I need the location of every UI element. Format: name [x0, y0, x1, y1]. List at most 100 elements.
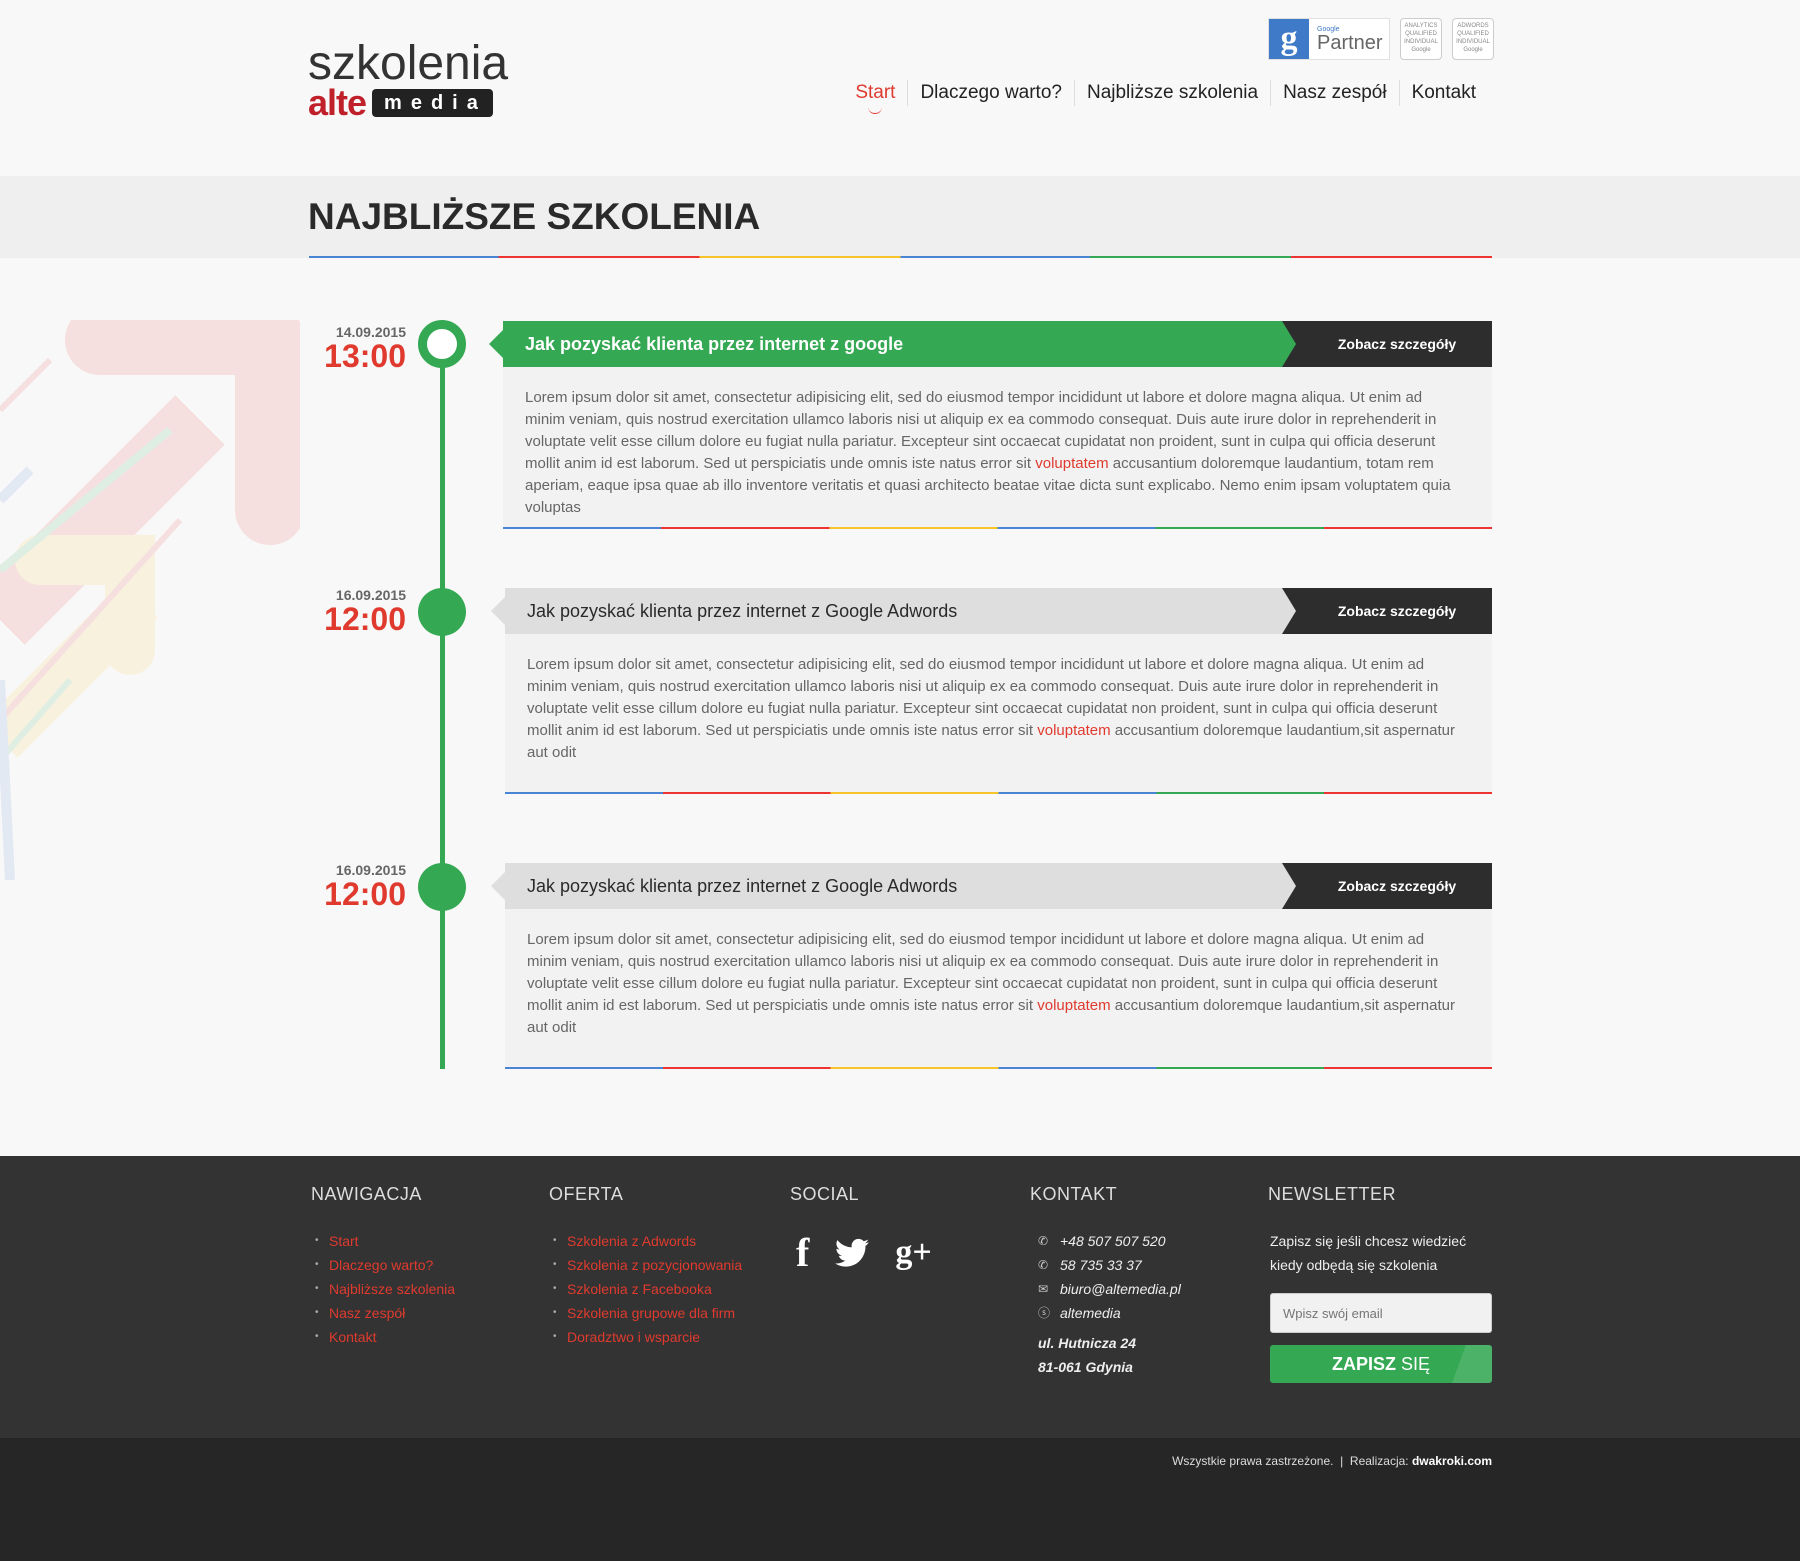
event-header: Jak pozyskać klienta przez internet z go… [489, 321, 1492, 367]
event-datetime: 16.09.2015 12:00 [300, 587, 406, 635]
contact-phone: ✆ 58 735 33 37 [1038, 1253, 1181, 1277]
footer-offer-item[interactable]: Szkolenia z Adwords [549, 1229, 742, 1253]
footer-contact-heading: KONTAKT [1030, 1184, 1118, 1204]
certification-badges: g Google Partner ANALYTICS QUALIFIED IND… [1268, 18, 1494, 60]
contact-skype: ⓢ altemedia [1038, 1301, 1181, 1325]
site-footer: NAWIGACJA Start Dlaczego warto? Najbliżs… [0, 1156, 1800, 1438]
event-title[interactable]: Jak pozyskać klienta przez internet z Go… [491, 588, 1282, 634]
subscribe-rest: SIĘ [1396, 1354, 1431, 1374]
email-address[interactable]: biuro@altemedia.pl [1060, 1277, 1181, 1301]
nav-trainings[interactable]: Najbliższe szkolenia [1075, 82, 1270, 104]
footer-offer-heading: OFERTA [549, 1184, 624, 1204]
footer-offer-item[interactable]: Doradztwo i wsparcie [549, 1325, 742, 1349]
footer-navigation: NAWIGACJA Start Dlaczego warto? Najbliżs… [311, 1184, 455, 1349]
realization-link[interactable]: dwakroki.com [1412, 1454, 1492, 1468]
copyright: Wszystkie prawa zastrzeżone. | Realizacj… [1172, 1454, 1492, 1468]
event-details-button[interactable]: Zobacz szczegóły [1282, 588, 1492, 634]
newsletter-text: Zapisz się jeśli chcesz wiedzieć kiedy o… [1270, 1233, 1467, 1273]
logo-top-text: szkolenia [308, 37, 509, 90]
facebook-icon[interactable]: f [796, 1229, 809, 1276]
google-plus-icon[interactable]: g+ [895, 1234, 931, 1272]
site-header: szkolenia alte media g Google Partner AN… [0, 0, 1800, 176]
footer-social: SOCIAL f g+ [790, 1184, 932, 1276]
event-header: Jak pozyskać klienta przez internet z Go… [491, 588, 1492, 634]
event-title[interactable]: Jak pozyskać klienta przez internet z Go… [491, 863, 1282, 909]
phone-icon: ✆ [1038, 1258, 1049, 1272]
newsletter-email-input[interactable] [1270, 1293, 1492, 1333]
footer-nav-list: Start Dlaczego warto? Najbliższe szkolen… [311, 1229, 455, 1349]
event-datetime: 14.09.2015 13:00 [300, 324, 406, 372]
footer-contact: KONTAKT ✆ +48 507 507 520 ✆ 58 735 33 37 ✉… [1030, 1184, 1181, 1379]
main-nav: Start Dlaczego warto? Najbliższe szkolen… [843, 80, 1488, 114]
google-partner-badge[interactable]: g Google Partner [1268, 18, 1390, 60]
phone-icon: ✆ [1038, 1234, 1049, 1248]
adwords-qualified-badge[interactable]: ADWORDS QUALIFIED INDIVIDUAL Google [1452, 18, 1494, 60]
contact-email: ✉ biuro@altemedia.pl [1038, 1277, 1181, 1301]
footer-offer-item[interactable]: Szkolenia z Facebooka [549, 1277, 742, 1301]
event-divider [505, 1067, 1492, 1069]
contact-phone: ✆ +48 507 507 520 [1038, 1229, 1181, 1253]
event-divider [505, 792, 1492, 794]
skype-handle[interactable]: altemedia [1060, 1301, 1121, 1325]
page-title-band: NAJBLIŻSZE SZKOLENIA [0, 176, 1800, 258]
event-time: 12:00 [324, 601, 406, 637]
nav-contact[interactable]: Kontakt [1400, 82, 1488, 104]
google-g-icon: g [1269, 19, 1309, 59]
subscribe-bold: ZAPISZ [1331, 1354, 1396, 1374]
timeline-marker-active [418, 320, 466, 368]
bottom-bar: Wszystkie prawa zastrzeżone. | Realizacj… [0, 1438, 1800, 1561]
copyright-separator: | [1340, 1454, 1344, 1468]
phone-number[interactable]: +48 507 507 520 [1060, 1229, 1166, 1253]
address-city: 81-061 Gdynia [1038, 1359, 1133, 1375]
analytics-qualified-badge[interactable]: ANALYTICS QUALIFIED INDIVIDUAL Google [1400, 18, 1442, 60]
page-title: NAJBLIŻSZE SZKOLENIA [308, 196, 761, 237]
timeline-marker [418, 588, 466, 636]
event-details-button[interactable]: Zobacz szczegóły [1282, 863, 1492, 909]
event-title[interactable]: Jak pozyskać klienta przez internet z go… [489, 321, 1282, 367]
realization-label: Realizacja: [1349, 1454, 1409, 1468]
site-logo[interactable]: szkolenia alte media [308, 40, 508, 122]
footer-nav-item[interactable]: Start [311, 1229, 455, 1253]
footer-nav-item[interactable]: Najbliższe szkolenia [311, 1277, 455, 1301]
partner-badge-big: Partner [1317, 31, 1383, 54]
footer-offer-list: Szkolenia z Adwords Szkolenia z pozycjon… [549, 1229, 742, 1349]
event-text-link[interactable]: voluptatem [1037, 997, 1110, 1014]
event-description: Lorem ipsum dolor sit amet, consectetur … [503, 367, 1492, 527]
nav-team[interactable]: Nasz zespół [1271, 82, 1399, 104]
social-icons: f g+ [790, 1229, 932, 1276]
event-card: Jak pozyskać klienta przez internet z Go… [491, 588, 1492, 794]
event-time: 13:00 [324, 338, 406, 374]
event-time: 12:00 [324, 876, 406, 912]
button-sheen [1452, 1345, 1492, 1383]
nav-start[interactable]: Start [843, 82, 907, 114]
timeline-marker [418, 863, 466, 911]
event-details-button[interactable]: Zobacz szczegóły [1282, 321, 1492, 367]
skype-icon: ⓢ [1038, 1306, 1051, 1320]
timeline-line [440, 345, 445, 1069]
background-arrows-decoration [0, 320, 300, 880]
footer-offer-item[interactable]: Szkolenia z pozycjonowania [549, 1253, 742, 1277]
twitter-icon[interactable] [835, 1238, 870, 1268]
phone-number[interactable]: 58 735 33 37 [1060, 1253, 1142, 1277]
address: ul. Hutnicza 24 81-061 Gdynia [1038, 1331, 1181, 1379]
event-description: Lorem ipsum dolor sit amet, consectetur … [505, 909, 1492, 1067]
footer-newsletter-heading: NEWSLETTER [1268, 1184, 1397, 1204]
newsletter-subscribe-button[interactable]: ZAPISZ SIĘ [1270, 1345, 1492, 1383]
event-datetime: 16.09.2015 12:00 [300, 862, 406, 910]
logo-alte-text: alte [308, 82, 367, 123]
footer-offer-item[interactable]: Szkolenia grupowe dla firm [549, 1301, 742, 1325]
footer-newsletter: NEWSLETTER Zapisz się jeśli chcesz wiedz… [1268, 1184, 1492, 1383]
footer-nav-item[interactable]: Nasz zespół [311, 1301, 455, 1325]
envelope-icon: ✉ [1038, 1282, 1049, 1296]
nav-why[interactable]: Dlaczego warto? [908, 82, 1074, 104]
footer-nav-item[interactable]: Dlaczego warto? [311, 1253, 455, 1277]
footer-nav-item[interactable]: Kontakt [311, 1325, 455, 1349]
event-text-link[interactable]: voluptatem [1035, 455, 1108, 472]
event-header: Jak pozyskać klienta przez internet z Go… [491, 863, 1492, 909]
title-divider [309, 256, 1492, 258]
event-divider [503, 527, 1492, 529]
footer-social-heading: SOCIAL [790, 1184, 860, 1204]
event-card: Jak pozyskać klienta przez internet z Go… [491, 863, 1492, 1069]
event-text-link[interactable]: voluptatem [1037, 722, 1110, 739]
copyright-text: Wszystkie prawa zastrzeżone. [1172, 1454, 1334, 1468]
